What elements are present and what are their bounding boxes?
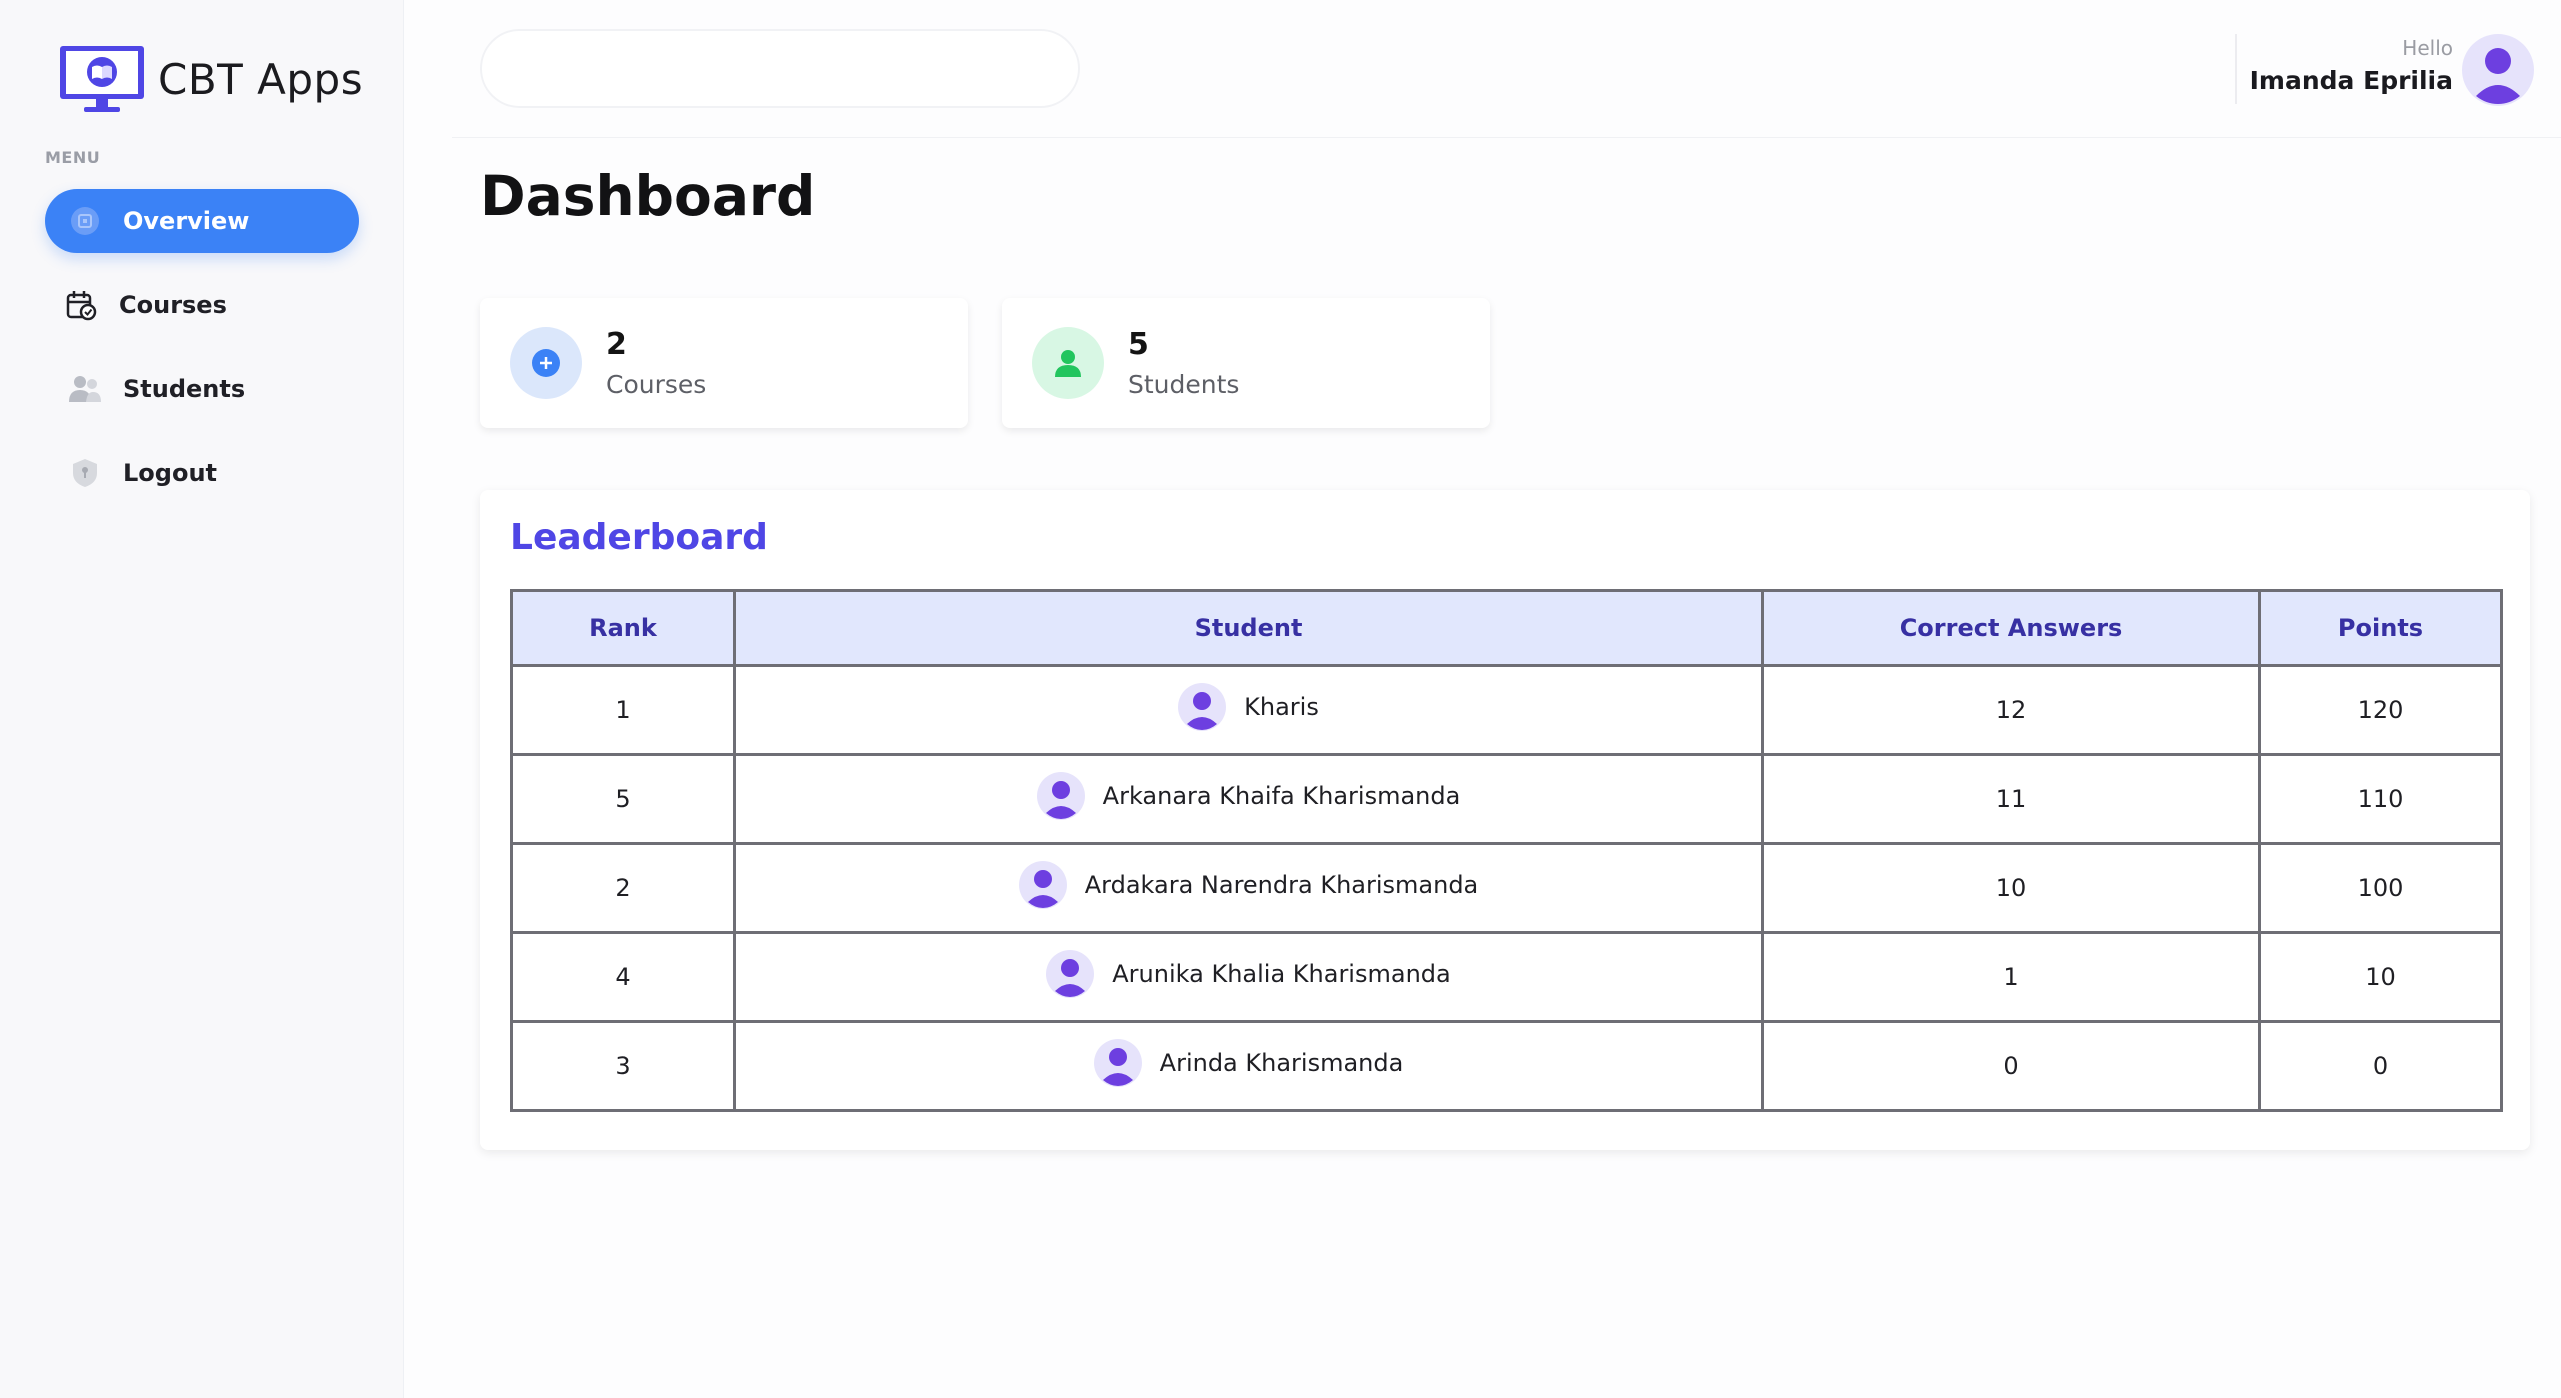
student-cell: Kharis xyxy=(733,664,1764,756)
table-row[interactable]: 5 Arkanara Khaifa Kharismanda 11 110 xyxy=(510,753,2503,845)
correct-answers-cell: 1 xyxy=(1761,931,2261,1023)
rank-cell: 2 xyxy=(510,842,736,934)
sidebar-item-label: Courses xyxy=(119,291,227,319)
divider xyxy=(2235,34,2237,104)
points-cell: 120 xyxy=(2258,664,2503,756)
table-row[interactable]: 3 Arinda Kharismanda 0 0 xyxy=(510,1020,2503,1112)
stat-text: 5 Students xyxy=(1128,327,1239,399)
sidebar-item-students[interactable]: Students xyxy=(45,357,359,421)
stat-label: Students xyxy=(1128,370,1240,399)
rank-cell: 5 xyxy=(510,753,736,845)
home-icon xyxy=(67,203,103,239)
leaderboard-title: Leaderboard xyxy=(510,517,768,558)
sidebar-item-courses[interactable]: Courses xyxy=(45,273,359,337)
rank-cell: 4 xyxy=(510,931,736,1023)
rank-cell: 3 xyxy=(510,1020,736,1112)
search-input[interactable] xyxy=(480,29,1080,108)
user-greeting: Hello Imanda Eprilia xyxy=(2250,36,2453,95)
leaderboard-table: Rank Student Correct Answers Points 1 Kh… xyxy=(510,589,2503,1112)
avatar xyxy=(1093,1039,1142,1087)
table-row[interactable]: 1 Kharis 12 120 xyxy=(510,664,2503,756)
student-name: Arunika Khalia Kharismanda xyxy=(1112,960,1451,988)
stat-text: 2 Courses xyxy=(606,327,706,399)
student-name: Kharis xyxy=(1244,693,1319,721)
app-name: CBT Apps xyxy=(158,54,364,104)
students-stat-card[interactable]: 5 Students xyxy=(1002,298,1490,428)
table-row[interactable]: 2 Ardakara Narendra Kharismanda 10 100 xyxy=(510,842,2503,934)
monitor-book-logo-icon xyxy=(60,46,144,112)
greeting-text: Hello xyxy=(2402,36,2453,60)
stat-count: 5 xyxy=(1128,327,1149,362)
student-cell: Arkanara Khaifa Kharismanda xyxy=(733,753,1764,845)
avatar xyxy=(1018,861,1067,909)
sidebar-item-label: Students xyxy=(123,375,246,403)
correct-answers-cell: 0 xyxy=(1761,1020,2261,1112)
student-name: Arkanara Khaifa Kharismanda xyxy=(1102,782,1461,810)
student-name: Ardakara Narendra Kharismanda xyxy=(1084,871,1479,899)
column-header-points[interactable]: Points xyxy=(2258,589,2503,667)
sidebar: CBT Apps MENU Overview Courses Students … xyxy=(0,0,404,1398)
avatar[interactable] xyxy=(2462,34,2534,106)
avatar xyxy=(1178,683,1227,731)
sidebar-item-overview[interactable]: Overview xyxy=(45,189,359,253)
courses-stat-card[interactable]: 2 Courses xyxy=(480,298,968,428)
points-cell: 100 xyxy=(2258,842,2503,934)
stat-count: 2 xyxy=(606,327,627,362)
student-cell: Arunika Khalia Kharismanda xyxy=(733,931,1764,1023)
student-cell: Arinda Kharismanda xyxy=(733,1020,1764,1112)
correct-answers-cell: 10 xyxy=(1761,842,2261,934)
student-name: Arinda Kharismanda xyxy=(1159,1049,1404,1077)
stat-label: Courses xyxy=(606,370,707,399)
sidebar-item-label: Logout xyxy=(123,459,218,487)
correct-answers-cell: 12 xyxy=(1761,664,2261,756)
brand[interactable]: CBT Apps xyxy=(56,43,363,115)
avatar xyxy=(1036,772,1085,820)
user-icon xyxy=(1032,327,1104,399)
column-header-student[interactable]: Student xyxy=(733,589,1764,667)
points-cell: 110 xyxy=(2258,753,2503,845)
rank-cell: 1 xyxy=(510,664,736,756)
sidebar-item-label: Overview xyxy=(123,207,250,235)
topbar: Hello Imanda Eprilia xyxy=(452,0,2561,138)
plus-circle-icon xyxy=(510,327,582,399)
shield-icon xyxy=(67,455,103,491)
avatar xyxy=(1046,950,1095,998)
student-cell: Ardakara Narendra Kharismanda xyxy=(733,842,1764,934)
table-row[interactable]: 4 Arunika Khalia Kharismanda 1 10 xyxy=(510,931,2503,1023)
page-title: Dashboard xyxy=(480,164,816,228)
leaderboard-card: Leaderboard Rank Student Correct Answers… xyxy=(480,490,2530,1150)
table-header-row: Rank Student Correct Answers Points xyxy=(510,589,2503,667)
user-name: Imanda Eprilia xyxy=(2249,66,2453,95)
menu-label: MENU xyxy=(45,148,101,167)
calendar-icon xyxy=(63,287,99,323)
column-header-correct-answers[interactable]: Correct Answers xyxy=(1761,589,2261,667)
points-cell: 0 xyxy=(2258,1020,2503,1112)
users-icon xyxy=(67,371,103,407)
column-header-rank[interactable]: Rank xyxy=(510,589,736,667)
sidebar-item-logout[interactable]: Logout xyxy=(45,441,359,505)
correct-answers-cell: 11 xyxy=(1761,753,2261,845)
points-cell: 10 xyxy=(2258,931,2503,1023)
